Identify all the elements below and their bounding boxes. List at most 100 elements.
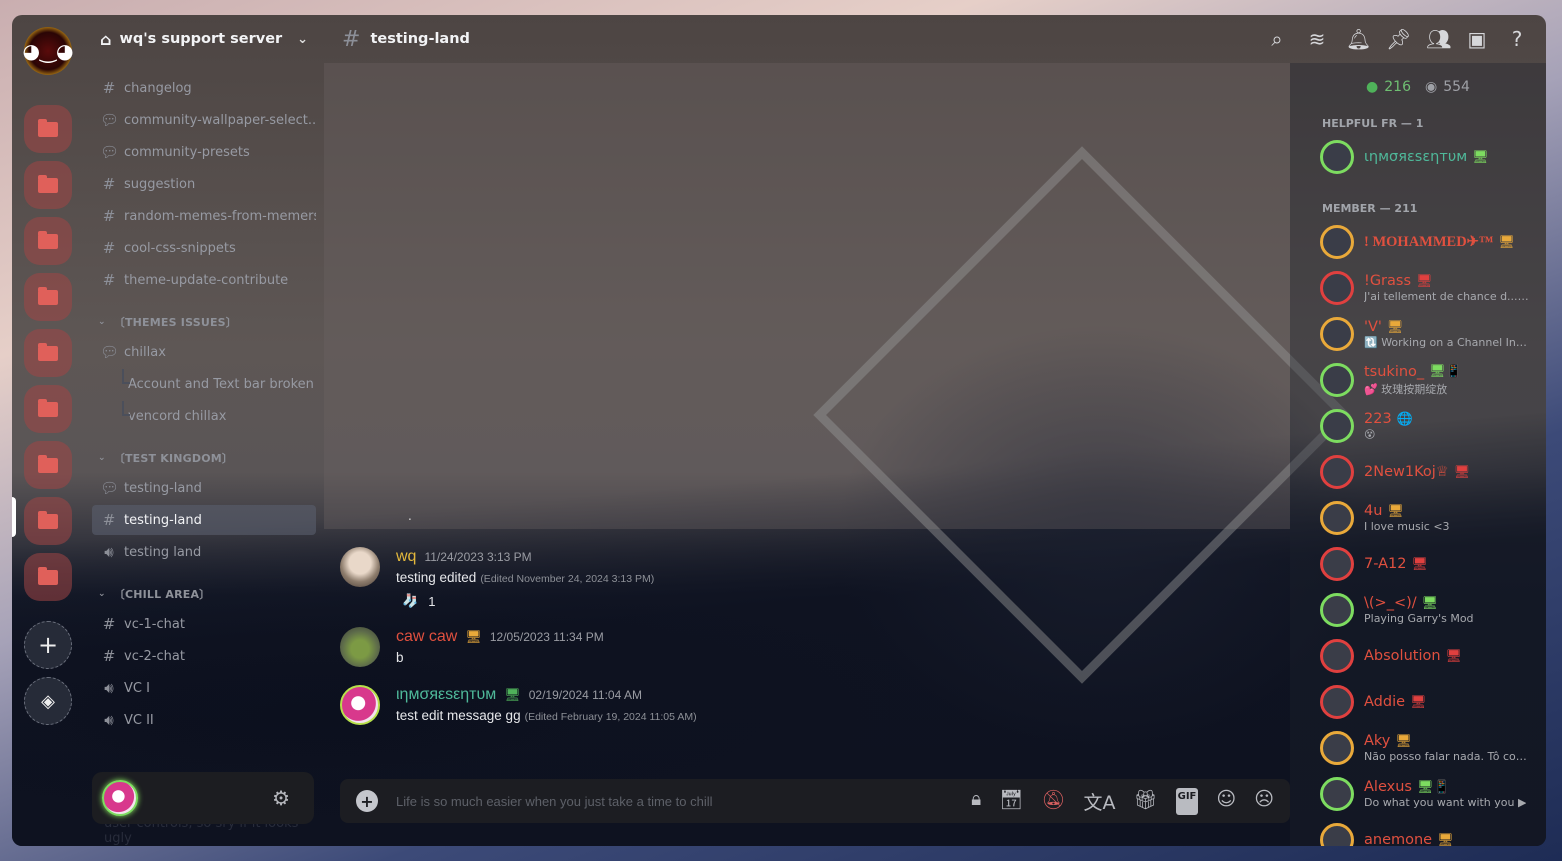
- channel-theme-update-contribute[interactable]: # theme-update-contribute: [92, 265, 316, 295]
- member-item[interactable]: 'V' 🖥 🔃 Working on a Channel Intr...: [1290, 311, 1546, 357]
- message-avatar[interactable]: [340, 547, 380, 587]
- category-label: 〔CHILL AREA〕: [113, 588, 211, 601]
- channel-suggestion[interactable]: # suggestion: [92, 169, 316, 199]
- member-status: 😵: [1364, 428, 1376, 441]
- member-counts: 216 554: [1290, 79, 1546, 95]
- category-header[interactable]: ⌄ 〔CHILL AREA〕: [84, 581, 324, 607]
- text-channel-icon: #: [102, 79, 116, 97]
- server-folder[interactable]: [24, 217, 72, 265]
- member-avatar: [1320, 823, 1354, 846]
- server-folder[interactable]: [24, 105, 72, 153]
- member-info: !Grass 🖥 J'ai tellement de chance d... ▶: [1364, 273, 1529, 303]
- server-folder[interactable]: [24, 441, 72, 489]
- member-item[interactable]: Absolution 🖥: [1290, 633, 1546, 679]
- member-name-row: ιηмσяεѕεηтυм 🖥: [1364, 149, 1489, 165]
- message-avatar[interactable]: [340, 685, 380, 725]
- home-button[interactable]: ◕‿◕: [23, 27, 74, 75]
- member-status: 💕 玫瑰按期绽放: [1364, 382, 1448, 396]
- server-folder[interactable]: [24, 497, 72, 545]
- lock-icon[interactable]: 🔒︎: [971, 788, 981, 815]
- threads-icon[interactable]: ≋: [1306, 27, 1328, 51]
- plus-icon: +: [37, 631, 59, 659]
- server-folder[interactable]: [24, 273, 72, 321]
- help-icon[interactable]: ?: [1506, 27, 1528, 51]
- channel-changelog[interactable]: # changelog: [92, 73, 316, 103]
- gift-icon[interactable]: 🎁︎: [1133, 788, 1157, 815]
- message-author[interactable]: ιηмσяεѕεηтυм: [396, 686, 496, 704]
- server-folder[interactable]: [24, 161, 72, 209]
- thread-item[interactable]: Account and Text bar broken: [92, 369, 316, 399]
- member-list-icon[interactable]: 👥︎: [1426, 27, 1451, 51]
- member-name-row: Absolution 🖥: [1364, 648, 1462, 664]
- device-icon: 🖥: [1410, 694, 1427, 710]
- emoji-icon[interactable]: ☹: [1254, 788, 1274, 815]
- channel-community-wallpaper-select-[interactable]: 💬︎ community-wallpaper-select...: [92, 105, 316, 135]
- channel-testing-land[interactable]: 🔊︎ testing land: [92, 537, 316, 567]
- member-item[interactable]: 4u 🖥 I love music <3: [1290, 495, 1546, 541]
- sticker-icon[interactable]: ☺: [1216, 788, 1236, 815]
- channel-vc-ii[interactable]: 🔊︎ VC II: [92, 705, 316, 735]
- voice-channel-icon: 🔊︎: [104, 711, 114, 729]
- message-avatar[interactable]: [340, 627, 380, 667]
- channel-label: testing-land: [124, 512, 202, 528]
- server-folder[interactable]: [24, 553, 72, 601]
- message-author[interactable]: caw caw: [396, 628, 457, 646]
- member-item[interactable]: \(>_<)/🖥 Playing Garry's Mod: [1290, 587, 1546, 633]
- member-item[interactable]: Aky 🖥 Não posso falar nada. Tô com ...: [1290, 725, 1546, 771]
- message-text: b: [396, 650, 404, 665]
- message-author[interactable]: wq: [396, 548, 416, 566]
- member-item[interactable]: Addie 🖥: [1290, 679, 1546, 725]
- channel-label: chillax: [124, 344, 166, 360]
- member-item[interactable]: !Grass 🖥 J'ai tellement de chance d... ▶: [1290, 265, 1546, 311]
- reaction[interactable]: 🧦 1: [396, 593, 654, 609]
- message-input[interactable]: [396, 793, 972, 809]
- category-header[interactable]: ⌄ 〔THEMES ISSUES〕: [84, 309, 324, 335]
- category-header[interactable]: ⌄ 〔TEST KINGDOM〕: [84, 445, 324, 471]
- member-item[interactable]: anemone 🖥: [1290, 817, 1546, 846]
- search-icon[interactable]: ⌕: [1266, 27, 1288, 51]
- gif-icon[interactable]: GIF: [1175, 787, 1199, 815]
- inbox-icon[interactable]: ▣: [1466, 27, 1488, 51]
- calendar-icon[interactable]: 📅︎: [999, 788, 1023, 815]
- user-avatar[interactable]: [102, 780, 138, 816]
- folder-icon: [38, 118, 58, 137]
- member-name: 223: [1364, 411, 1392, 427]
- attach-plus-icon[interactable]: +: [356, 790, 378, 812]
- server-folder[interactable]: [24, 385, 72, 433]
- settings-gear-icon[interactable]: ⚙: [272, 786, 290, 810]
- channel-cool-css-snippets[interactable]: # cool-css-snippets: [92, 233, 316, 263]
- member-item[interactable]: 7-A12 🖥: [1290, 541, 1546, 587]
- server-folder[interactable]: [24, 329, 72, 377]
- member-item[interactable]: ! MOHAMMED✈™ 🖥: [1290, 219, 1546, 265]
- add-server-button[interactable]: +: [24, 621, 72, 669]
- text-channel-icon: #: [102, 511, 116, 529]
- member-item[interactable]: ιηмσяεѕεηтυм 🖥: [1290, 134, 1546, 180]
- member-avatar: [1320, 639, 1354, 673]
- member-item[interactable]: Alexus 🖥📱 Do what you want with you ▶: [1290, 771, 1546, 817]
- thread-item[interactable]: vencord chillax: [92, 401, 316, 431]
- channel-random-memes-from-memers[interactable]: # random-memes-from-memers: [92, 201, 316, 231]
- channel-label: community-wallpaper-select...: [124, 112, 316, 128]
- translate-icon[interactable]: 文A: [1083, 788, 1115, 815]
- channel-community-presets[interactable]: 💬︎ community-presets: [92, 137, 316, 167]
- channel-vc-i[interactable]: 🔊︎ VC I: [92, 673, 316, 703]
- channel-testing-land[interactable]: 💬︎ testing-land: [92, 473, 316, 503]
- member-item[interactable]: tsukino_ 🖥📱 💕 玫瑰按期绽放: [1290, 357, 1546, 403]
- channel-vc-2-chat[interactable]: # vc-2-chat: [92, 641, 316, 671]
- channel-lobby[interactable]: [92, 57, 316, 71]
- member-info: 'V' 🖥 🔃 Working on a Channel Intr...: [1364, 319, 1529, 349]
- member-item[interactable]: 2New1Koj♕ 🖥: [1290, 449, 1546, 495]
- silent-bell-icon[interactable]: 🔕︎: [1041, 788, 1065, 815]
- discover-button[interactable]: ◈: [24, 677, 72, 725]
- member-name: ! MOHAMMED✈™: [1364, 233, 1494, 250]
- forum-channel-icon: 💬︎: [100, 343, 120, 361]
- pin-icon[interactable]: 📌︎: [1386, 27, 1411, 51]
- channel-testing-land[interactable]: # testing-land: [92, 505, 316, 535]
- channel-chillax[interactable]: 💬︎ chillax: [92, 337, 316, 367]
- member-name: 7-A12: [1364, 556, 1407, 572]
- member-info: 4u 🖥 I love music <3: [1364, 503, 1450, 533]
- member-item[interactable]: 223 🌐 😵: [1290, 403, 1546, 449]
- member-avatar: [1320, 271, 1354, 305]
- channel-vc-1-chat[interactable]: # vc-1-chat: [92, 609, 316, 639]
- notification-bell-icon[interactable]: 🔔︎: [1346, 27, 1371, 51]
